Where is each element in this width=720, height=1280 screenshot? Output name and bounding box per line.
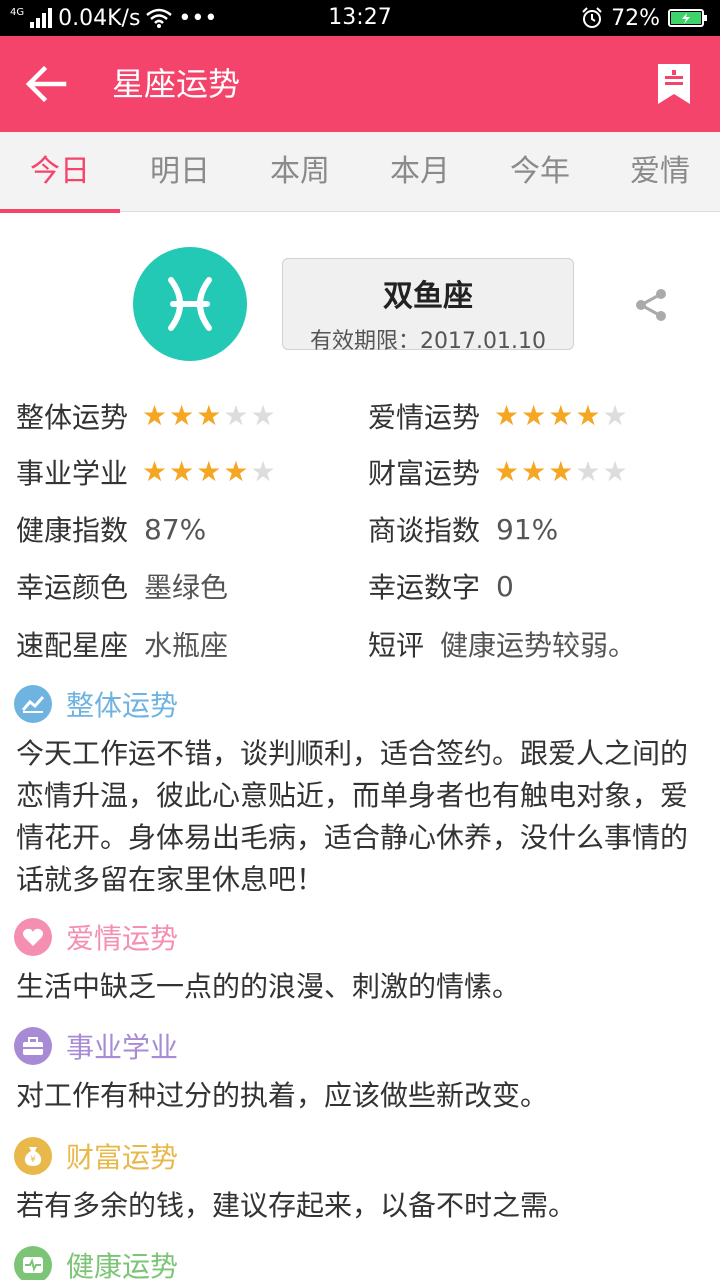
- stat-value: 87%: [144, 512, 207, 546]
- star-empty-icon: ★: [602, 455, 628, 488]
- star-filled-icon: ★: [196, 399, 222, 432]
- section-love-header: 爱情运势: [14, 917, 178, 957]
- star-empty-icon: ★: [223, 399, 249, 432]
- stat-love: 爱情运势 ★ ★ ★ ★ ★: [368, 396, 628, 436]
- stat-label: 幸运颜色: [16, 571, 129, 604]
- section-overall-header: 整体运势: [14, 684, 178, 724]
- section-overall-text: 今天工作运不错，谈判顺利，适合签约。跟爱人之间的恋情升温，彼此心意贴近，而单身者…: [16, 737, 689, 896]
- section-title: 整体运势: [66, 689, 179, 722]
- star-filled-icon: ★: [223, 455, 249, 488]
- section-wealth-header: ¥ 财富运势: [14, 1136, 178, 1176]
- section-title: 健康运势: [66, 1250, 179, 1280]
- star-rating: ★ ★ ★ ★ ★: [494, 402, 628, 430]
- stat-overall: 整体运势 ★ ★ ★ ★ ★: [16, 396, 276, 436]
- stat-label: 商谈指数: [368, 514, 481, 547]
- stat-health: 健康指数 87%: [16, 509, 206, 549]
- stat-wealth: 财富运势 ★ ★ ★ ★ ★: [368, 452, 628, 492]
- briefcase-icon: [14, 1027, 52, 1065]
- sign-valid-date: 有效期限：2017.01.10: [310, 329, 546, 354]
- star-empty-icon: ★: [575, 455, 601, 488]
- star-rating: ★ ★ ★ ★ ★: [494, 458, 628, 486]
- star-empty-icon: ★: [250, 455, 276, 488]
- tab-bar: 今日 明日 本周 本月 今年 爱情: [0, 132, 720, 213]
- stat-label: 健康指数: [16, 514, 129, 547]
- star-rating: ★ ★ ★ ★ ★: [142, 458, 276, 486]
- section-title: 爱情运势: [66, 922, 179, 955]
- battery-percent: 72%: [611, 5, 660, 31]
- stat-value: 0: [496, 569, 514, 603]
- star-filled-icon: ★: [169, 399, 195, 432]
- star-filled-icon: ★: [142, 455, 168, 488]
- star-rating: ★ ★ ★ ★ ★: [142, 402, 276, 430]
- stat-label: 事业学业: [16, 457, 129, 490]
- tab-week[interactable]: 本周: [240, 132, 360, 212]
- stat-career: 事业学业 ★ ★ ★ ★ ★: [16, 452, 276, 492]
- stat-value: 健康运势较弱。: [440, 629, 637, 662]
- sign-info-box: 双鱼座 有效期限：2017.01.10: [282, 258, 574, 354]
- status-bar: 4G 0.04K/s ••• 13:27 72%: [0, 0, 720, 36]
- stat-label: 整体运势: [16, 401, 129, 434]
- tab-month[interactable]: 本月: [360, 132, 480, 212]
- section-health-header: 健康运势: [14, 1245, 178, 1280]
- star-filled-icon: ★: [521, 455, 547, 488]
- stat-label: 爱情运势: [368, 401, 481, 434]
- section-love-text: 生活中缺乏一点的的浪漫、刺激的情愫。: [16, 970, 521, 1003]
- heartbeat-icon: [14, 1246, 52, 1280]
- star-filled-icon: ★: [494, 399, 520, 432]
- star-empty-icon: ★: [602, 399, 628, 432]
- trend-chart-icon: [14, 685, 52, 723]
- stat-label: 短评: [368, 629, 425, 662]
- battery-icon: [668, 9, 707, 27]
- alarm-icon: [582, 7, 602, 28]
- tab-love[interactable]: 爱情: [600, 132, 720, 212]
- svg-text:¥: ¥: [30, 1155, 36, 1165]
- app-bar: 星座运势: [0, 36, 720, 132]
- star-filled-icon: ★: [169, 455, 195, 488]
- tab-tomorrow[interactable]: 明日: [120, 132, 240, 212]
- star-filled-icon: ★: [142, 399, 168, 432]
- arrow-left-icon: [25, 65, 67, 103]
- pisces-icon: [133, 247, 247, 361]
- stat-match: 速配星座 水瓶座: [16, 624, 228, 664]
- tab-year[interactable]: 今年: [480, 132, 600, 212]
- share-icon: [636, 289, 666, 321]
- stat-negotiation: 商谈指数 91%: [368, 509, 558, 549]
- page-title: 星座运势: [112, 65, 241, 103]
- star-filled-icon: ★: [494, 455, 520, 488]
- stat-value: 91%: [496, 512, 559, 546]
- stat-lucky-number: 幸运数字 0: [368, 566, 514, 606]
- bookmark-button[interactable]: [656, 62, 692, 106]
- section-title: 事业学业: [66, 1031, 179, 1064]
- back-button[interactable]: [22, 60, 70, 108]
- money-bag-icon: ¥: [14, 1137, 52, 1175]
- bookmark-icon: [658, 64, 690, 104]
- star-empty-icon: ★: [250, 399, 276, 432]
- tab-today[interactable]: 今日: [0, 132, 120, 213]
- stat-value: 墨绿色: [144, 571, 229, 604]
- sign-name: 双鱼座: [383, 279, 473, 314]
- stat-review: 短评 健康运势较弱。: [368, 624, 636, 664]
- star-filled-icon: ★: [196, 455, 222, 488]
- star-filled-icon: ★: [575, 399, 601, 432]
- heart-icon: [14, 918, 52, 956]
- stat-lucky-color: 幸运颜色 墨绿色: [16, 566, 228, 606]
- stat-label: 财富运势: [368, 457, 481, 490]
- stat-value: 水瓶座: [144, 629, 229, 662]
- section-career-header: 事业学业: [14, 1026, 178, 1066]
- section-wealth-text: 若有多余的钱，建议存起来，以备不时之需。: [16, 1189, 577, 1222]
- stat-label: 幸运数字: [368, 571, 481, 604]
- stat-label: 速配星座: [16, 629, 129, 662]
- star-filled-icon: ★: [548, 455, 574, 488]
- star-filled-icon: ★: [548, 399, 574, 432]
- section-title: 财富运势: [66, 1141, 179, 1174]
- section-career-text: 对工作有种过分的执着，应该做些新改变。: [16, 1079, 549, 1112]
- star-filled-icon: ★: [521, 399, 547, 432]
- share-button[interactable]: [632, 287, 670, 323]
